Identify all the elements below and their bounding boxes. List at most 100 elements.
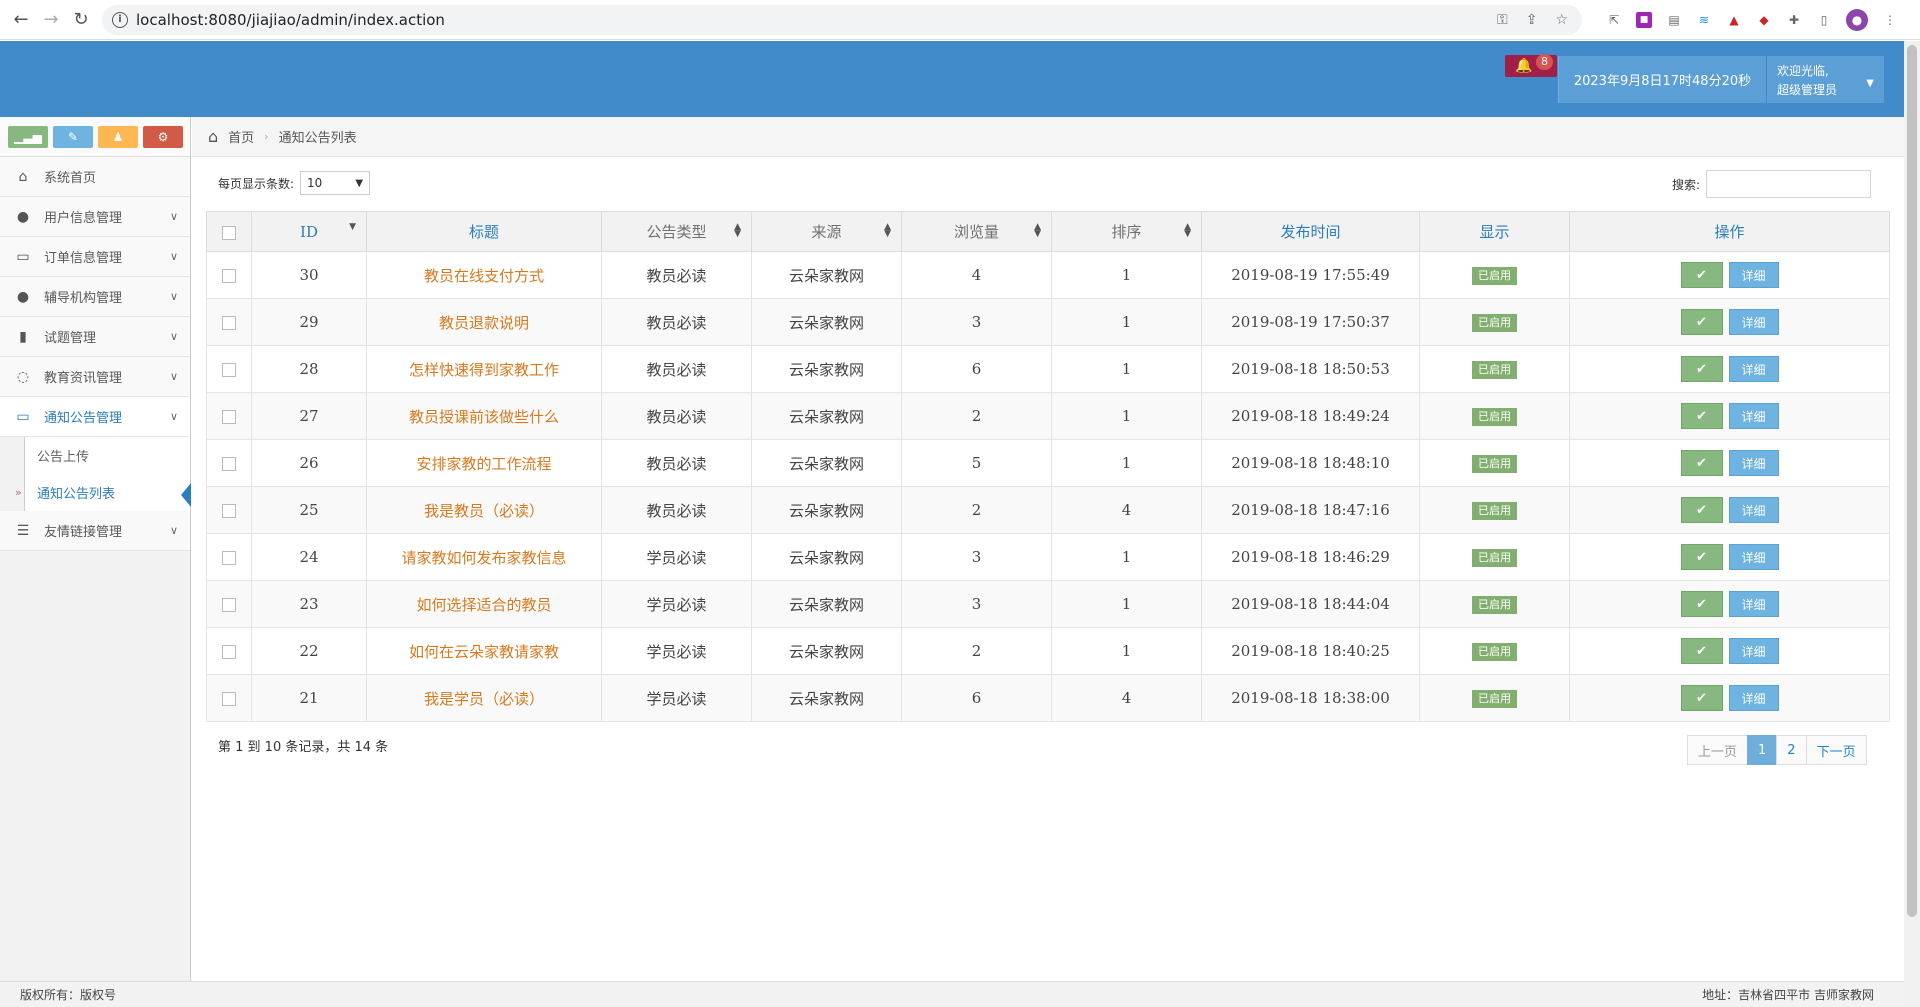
detail-button[interactable]: 详细 [1728,403,1779,429]
url-text[interactable]: localhost:8080/jiajiao/admin/index.actio… [136,11,445,29]
cell-title-link[interactable]: 请家教如何发布家教信息 [366,533,602,581]
cell-title-link[interactable]: 我是学员（必读） [366,674,602,722]
cell-title-link[interactable]: 教员退款说明 [366,298,602,346]
prev-page-button[interactable]: 上一页 [1687,735,1749,765]
row-checkbox[interactable] [222,269,236,283]
sidebar-item-news[interactable]: ◌ 教育资讯管理 ∨ [0,357,190,397]
row-checkbox[interactable] [222,692,236,706]
breadcrumb-home-link[interactable]: 首页 [228,127,254,146]
sidebar-item-orders[interactable]: ▭ 订单信息管理 ∨ [0,237,190,277]
sidebar-item-home[interactable]: ⌂ 系统首页 [0,157,190,197]
confirm-button[interactable]: ✔ [1680,591,1723,617]
row-checkbox[interactable] [222,645,236,659]
confirm-button[interactable]: ✔ [1680,450,1723,476]
confirm-button[interactable]: ✔ [1680,685,1723,711]
profile-avatar-icon[interactable]: ● [1846,8,1868,31]
confirm-button[interactable]: ✔ [1680,309,1723,335]
sidebar-item-institutions[interactable]: ● 辅导机构管理 ∨ [0,277,190,317]
cursor-extension-icon[interactable]: ⇱ [1606,12,1622,28]
page-scrollbar[interactable] [1904,41,1920,1007]
row-checkbox[interactable] [222,410,236,424]
confirm-button[interactable]: ✔ [1680,403,1723,429]
cell-actions: ✔ 详细 [1569,674,1890,722]
column-header-id[interactable]: ID ▼ [251,211,367,252]
address-bar[interactable]: i localhost:8080/jiajiao/admin/index.act… [102,4,1582,35]
submenu-item-upload-notice[interactable]: 公告上传 [25,437,190,474]
confirm-button[interactable]: ✔ [1680,544,1723,570]
detail-button[interactable]: 详细 [1728,638,1779,664]
users-shortcut-button[interactable]: ♟ [98,126,138,148]
cell-id: 26 [251,439,367,487]
share-icon[interactable]: ⇪ [1526,12,1538,28]
tab-extension-icon[interactable]: ▤ [1666,12,1682,28]
detail-button[interactable]: 详细 [1728,685,1779,711]
search-input[interactable] [1706,170,1872,198]
cell-display: 已启用 [1419,580,1570,628]
site-info-icon[interactable]: i [112,11,128,28]
sidebar-item-users[interactable]: ● 用户信息管理 ∨ [0,197,190,237]
settings-shortcut-button[interactable]: ⚙ [143,126,183,148]
detail-button[interactable]: 详细 [1728,262,1779,288]
page-size-select[interactable]: 10 ▼ [300,171,371,195]
blue-extension-icon[interactable]: ≋ [1696,12,1712,28]
confirm-button[interactable]: ✔ [1680,638,1723,664]
column-header-views[interactable]: 浏览量 ▲ ▼ [901,211,1052,252]
pagination: 上一页 1 2 下一页 [1687,735,1867,765]
desktop-icon: ▭ [16,408,30,425]
cell-title-link[interactable]: 怎样快速得到家教工作 [366,345,602,393]
edit-shortcut-button[interactable]: ✎ [53,126,93,148]
column-header-source[interactable]: 来源 ▲ ▼ [751,211,902,252]
notification-button[interactable]: 🔔 8 [1505,54,1557,77]
detail-button[interactable]: 详细 [1728,544,1779,570]
submenu-item-label: 公告上传 [37,450,90,465]
page-size-label: 每页显示条数: [218,176,295,191]
submenu-item-notice-list[interactable]: » 通知公告列表 [15,474,191,511]
row-checkbox[interactable] [222,551,236,565]
sidebar-item-notices[interactable]: ▭ 通知公告管理 ∨ [0,397,190,437]
row-checkbox[interactable] [222,316,236,330]
page-button-2[interactable]: 2 [1776,735,1807,765]
column-header-order[interactable]: 排序 ▲ ▼ [1051,211,1202,252]
select-all-checkbox[interactable] [222,225,236,240]
cell-display: 已启用 [1419,486,1570,534]
cell-title-link[interactable]: 如何在云朵家教请家教 [366,627,602,675]
rp-extension-icon[interactable]: ■ [1636,11,1652,28]
detail-button[interactable]: 详细 [1728,356,1779,382]
cell-title-link[interactable]: 安排家教的工作流程 [366,439,602,487]
reload-icon[interactable]: ↻ [66,5,96,35]
row-checkbox[interactable] [222,598,236,612]
forward-arrow-icon[interactable]: → [36,5,66,35]
bookmark-star-icon[interactable]: ☆ [1555,12,1568,28]
key-icon[interactable]: ⚿ [1497,12,1508,28]
detail-button[interactable]: 详细 [1728,497,1779,523]
side-panel-icon[interactable]: ▯ [1816,12,1832,28]
cell-title-link[interactable]: 教员在线支付方式 [366,251,602,299]
next-page-button[interactable]: 下一页 [1805,735,1867,765]
detail-button[interactable]: 详细 [1728,450,1779,476]
confirm-button[interactable]: ✔ [1680,497,1723,523]
notices-submenu: 公告上传 » 通知公告列表 [15,437,191,511]
cell-title-link[interactable]: 教员授课前该做些什么 [366,392,602,440]
red-extension-icon[interactable]: ▲ [1726,12,1742,28]
back-arrow-icon[interactable]: ← [6,5,36,35]
confirm-button[interactable]: ✔ [1680,262,1723,288]
shield-extension-icon[interactable]: ◆ [1756,12,1772,28]
page-button-1[interactable]: 1 [1747,735,1778,765]
sidebar-item-links[interactable]: ☰ 友情链接管理 ∨ [0,511,190,551]
confirm-button[interactable]: ✔ [1680,356,1723,382]
menu-kebab-icon[interactable]: ⋮ [1882,12,1898,28]
user-menu[interactable]: 欢迎光临, 超级管理员 ▼ [1767,56,1884,103]
row-checkbox[interactable] [222,363,236,377]
sidebar-item-questions[interactable]: ▮ 试题管理 ∨ [0,317,190,357]
cell-title-link[interactable]: 如何选择适合的教员 [366,580,602,628]
sidebar-item-label: 辅导机构管理 [44,291,123,306]
column-header-type[interactable]: 公告类型 ▲ ▼ [601,211,752,252]
cell-title-link[interactable]: 我是教员（必读） [366,486,602,534]
detail-button[interactable]: 详细 [1728,591,1779,617]
stats-shortcut-button[interactable]: ▁▃▅ [8,126,48,148]
detail-button[interactable]: 详细 [1728,309,1779,335]
scrollbar-thumb[interactable] [1907,45,1917,917]
row-checkbox[interactable] [222,504,236,518]
row-checkbox[interactable] [222,457,236,471]
puzzle-extensions-icon[interactable]: ✚ [1786,12,1802,28]
